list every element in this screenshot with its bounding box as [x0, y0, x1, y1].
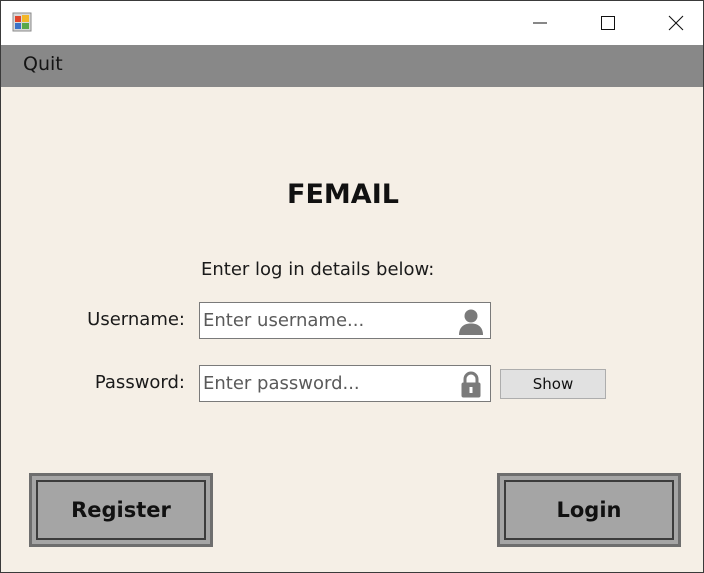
- app-window: Quit FEMAIL Enter log in details below: …: [0, 0, 704, 573]
- menu-item-quit[interactable]: Quit: [23, 53, 63, 75]
- user-icon: [459, 309, 483, 335]
- app-icon: [12, 12, 32, 32]
- minimize-icon: [533, 22, 547, 24]
- show-password-button[interactable]: Show: [500, 369, 606, 399]
- login-button-label: Login: [556, 498, 622, 522]
- password-label: Password:: [94, 372, 185, 393]
- title-bar[interactable]: [1, 1, 703, 45]
- register-button[interactable]: Register: [29, 473, 213, 547]
- username-label: Username:: [87, 309, 185, 330]
- menu-bar: Quit: [1, 45, 703, 87]
- close-button[interactable]: [653, 1, 699, 45]
- close-icon: [668, 15, 684, 31]
- minimize-button[interactable]: [517, 1, 563, 45]
- login-instructions: Enter log in details below:: [201, 259, 435, 280]
- password-input[interactable]: [203, 369, 451, 397]
- username-field[interactable]: [199, 302, 491, 339]
- password-field[interactable]: [199, 365, 491, 402]
- login-button[interactable]: Login: [497, 473, 681, 547]
- page-title: FEMAIL: [287, 179, 399, 210]
- maximize-icon: [601, 16, 615, 30]
- username-input[interactable]: [203, 306, 451, 334]
- lock-icon: [461, 371, 481, 398]
- register-button-label: Register: [71, 498, 171, 522]
- maximize-button[interactable]: [585, 1, 631, 45]
